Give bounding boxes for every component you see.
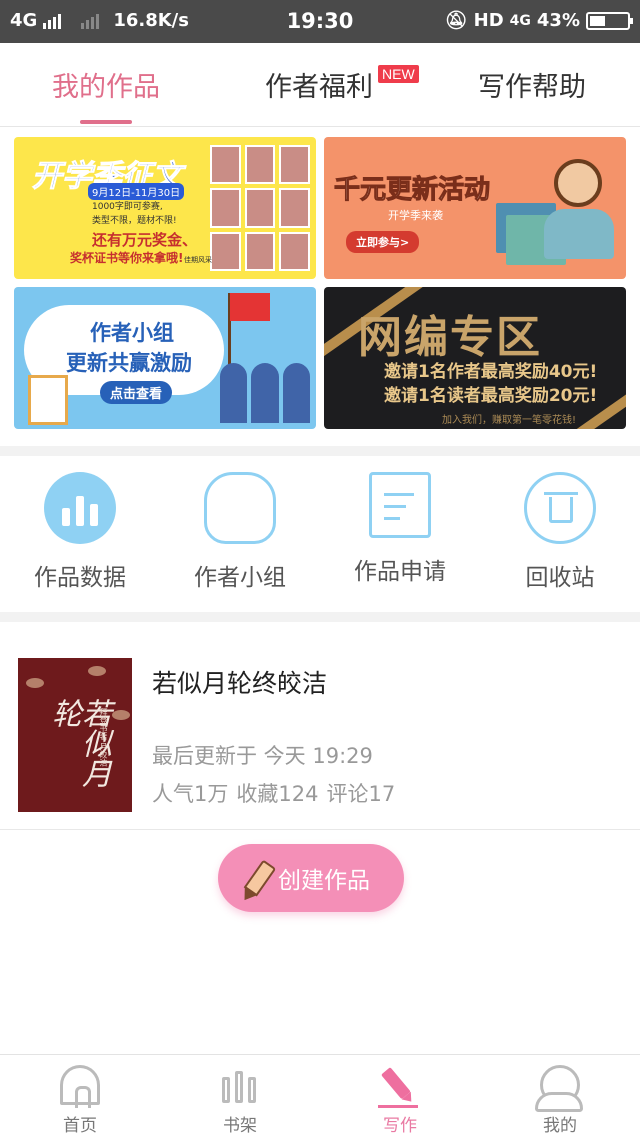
work-item[interactable]: 若似月轮 拜登书著·月皎洁 若似月轮终皎洁 最后更新于 今天 19:29 人气1…	[0, 624, 640, 830]
battery-fill	[590, 15, 606, 26]
top-tabs: 我的作品 作者福利 NEW 写作帮助	[0, 43, 640, 127]
red-flag-illustration	[230, 293, 270, 321]
battery-percent: 43%	[536, 10, 580, 31]
new-badge: NEW	[378, 65, 419, 83]
banner2-subtitle: 开学季来袭	[388, 209, 443, 222]
feature-recycle-bin[interactable]: 回收站	[480, 472, 640, 592]
active-tab-indicator	[80, 120, 132, 124]
network2-label: 4G	[509, 12, 531, 29]
bottom-nav: 首页 书架 写作 我的	[0, 1054, 640, 1138]
tab-writing-help[interactable]: 写作帮助	[478, 65, 586, 104]
tab-my-works[interactable]: 我的作品	[52, 65, 160, 104]
banner1-prize2: 奖杯证书等你来拿哦!	[70, 251, 184, 265]
status-right: 🔕︎ HD 4G 43%	[444, 10, 633, 31]
write-underline	[378, 1105, 418, 1108]
photo	[210, 145, 241, 185]
nav-label: 书架	[223, 1116, 257, 1136]
mute-icon: 🔕︎	[444, 10, 468, 31]
student-body-illustration	[544, 209, 614, 259]
nav-home[interactable]: 首页	[30, 1065, 130, 1136]
trash-icon	[524, 472, 596, 544]
nav-bookshelf[interactable]: 书架	[190, 1065, 290, 1136]
home-icon	[60, 1065, 100, 1108]
nav-label: 写作	[383, 1116, 417, 1136]
section-divider	[0, 446, 640, 456]
feature-label: 回收站	[525, 565, 595, 591]
banner4-line1: 邀请1名作者最高奖励40元!	[384, 362, 598, 382]
create-work-button[interactable]: 创建作品	[218, 844, 404, 912]
banner1-line2: 类型不限，题材不限!	[92, 216, 177, 226]
user-icon	[535, 1065, 583, 1112]
bar-chart-icon	[44, 472, 116, 544]
leaf-decoration	[112, 710, 130, 720]
photo	[279, 188, 310, 228]
banner-editor-zone[interactable]: 网编专区 邀请1名作者最高奖励40元! 邀请1名读者最高奖励20元! 加入我们，…	[324, 287, 626, 429]
leaf-decoration	[26, 678, 44, 688]
battery-icon	[586, 11, 633, 30]
student-head-illustration	[554, 159, 602, 207]
photo	[244, 188, 276, 228]
banner1-photo-collage	[210, 145, 310, 271]
work-stats: 人气1万 收藏124 评论17	[152, 778, 395, 808]
hd-label: HD	[473, 10, 504, 31]
nav-write[interactable]: 写作	[350, 1065, 450, 1136]
banner4-footer: 加入我们，赚取第一笔零花钱!	[442, 415, 577, 426]
bookshelf-icon	[220, 1065, 260, 1105]
tab-author-benefits[interactable]: 作者福利	[265, 65, 373, 104]
banner3-line2: 更新共赢激励	[66, 351, 192, 375]
book-cover[interactable]: 若似月轮 拜登书著·月皎洁	[18, 658, 132, 812]
banner4-line2: 邀请1名读者最高奖励20元!	[384, 386, 598, 406]
feature-work-data[interactable]: 作品数据	[0, 472, 160, 592]
banner1-credit: 佳期风采	[184, 256, 212, 264]
banner1-prize: 还有万元奖金、	[92, 231, 198, 249]
work-title[interactable]: 若似月轮终皎洁	[152, 664, 327, 700]
photo	[279, 231, 310, 271]
banner-author-group[interactable]: 作者小组 更新共赢激励 点击查看	[14, 287, 316, 429]
comments-count: 评论17	[326, 782, 396, 806]
feature-label: 作品申请	[354, 559, 446, 585]
create-work-label: 创建作品	[278, 867, 370, 893]
popularity: 人气1万	[152, 782, 229, 806]
photo	[210, 188, 241, 228]
banner1-line1: 1000字即可参赛,	[92, 202, 163, 212]
banner3-view-button[interactable]: 点击查看	[100, 381, 173, 404]
cover-author: 拜登书著·月皎洁	[99, 708, 108, 767]
favorites-count: 收藏124	[236, 782, 319, 806]
nav-label: 首页	[63, 1116, 97, 1136]
banner1-date: 9月12日-11月30日	[88, 183, 185, 200]
nav-label: 我的	[543, 1116, 577, 1136]
feature-author-group[interactable]: 作者小组	[160, 472, 320, 592]
status-bar: 4G 16.8K/s 19:30 🔕︎ HD 4G 43%	[0, 0, 640, 43]
banner2-title: 千元更新活动	[333, 175, 491, 206]
section-divider	[0, 612, 640, 622]
banner-back-to-school-contest[interactable]: 开学季征文 9月12日-11月30日 1000字即可参赛, 类型不限，题材不限!…	[14, 137, 316, 279]
feature-label: 作品数据	[34, 565, 126, 591]
kids-illustration	[220, 347, 310, 423]
clipboard-illustration	[28, 375, 68, 425]
feature-work-application[interactable]: 作品申请	[320, 472, 480, 592]
photo	[244, 145, 276, 185]
nav-me[interactable]: 我的	[510, 1065, 610, 1136]
photo	[279, 145, 310, 185]
banner3-line1: 作者小组	[90, 321, 174, 345]
banner2-join-button[interactable]: 立即参与>	[346, 231, 420, 253]
last-updated: 最后更新于 今天 19:29	[152, 744, 373, 768]
banner-update-activity[interactable]: 千元更新活动 开学季来袭 立即参与>	[324, 137, 626, 279]
form-edit-icon	[369, 472, 431, 538]
feature-label: 作者小组	[194, 565, 286, 591]
banner4-title: 网编专区	[358, 312, 542, 363]
pencil-icon	[243, 859, 277, 897]
leaf-decoration	[88, 666, 106, 676]
photo	[210, 231, 241, 271]
photo	[244, 231, 276, 271]
group-icon	[204, 472, 276, 544]
